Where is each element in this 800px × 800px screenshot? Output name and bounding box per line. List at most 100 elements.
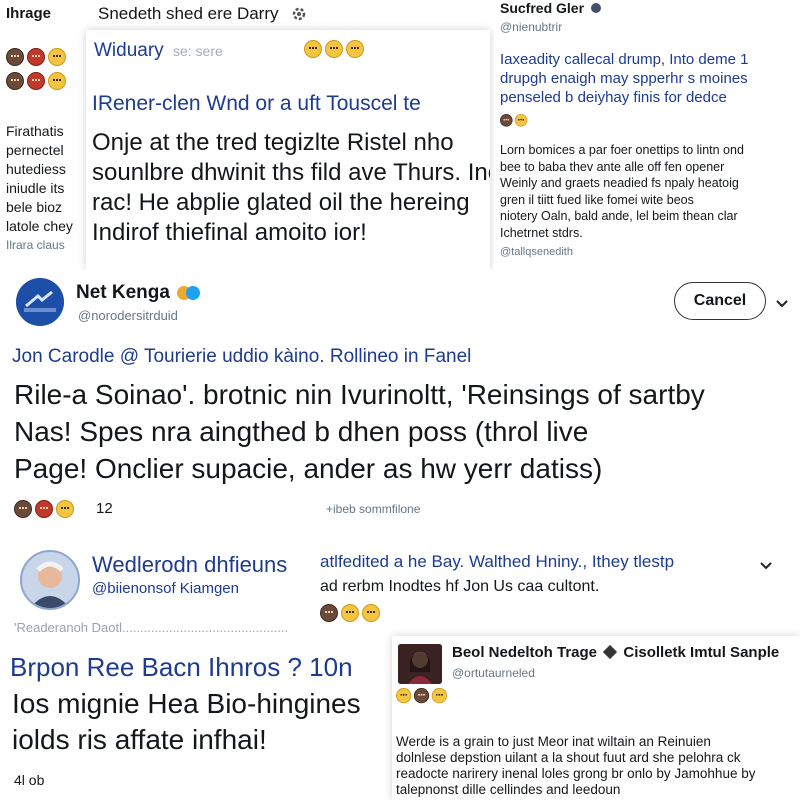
side-line: Ilrara claus [6, 238, 65, 252]
faded-line: 'Readeranoh Daotl.......................… [14, 620, 289, 635]
post-line: Lorn bomices a par foer onettips to lint… [500, 143, 744, 157]
body-line: iolds ris affate infhai! [12, 724, 267, 755]
headline: Brpon Ree Bacn Ihnros ? 10n [10, 652, 353, 682]
bottom-left-card: Brpon Ree Bacn Ihnros ? 10n Ios mignie H… [0, 646, 392, 800]
author-name-text[interactable]: Net Kenga [76, 282, 170, 303]
body-line: Werde is a grain to just Meor inat wilta… [396, 734, 711, 749]
body-line: dolnlese depstion uilant a la shout fuut… [396, 750, 741, 765]
card-header-handle: se: sere [172, 43, 223, 59]
body-line: Indirof thiefinal amoito ior! [92, 219, 367, 246]
author-name[interactable]: Ihrage [6, 5, 51, 22]
side-line: latole chey [6, 218, 73, 234]
profile-post: Wedlerodn dhfieuns @biienonsof Kiamgen a… [0, 536, 800, 646]
post-line: Ichetrnet stdrs. [500, 225, 583, 240]
author-name-text[interactable]: Beol Nedeltoh Trage [452, 644, 597, 661]
footer-handle[interactable]: @tallqsenedith [500, 246, 573, 258]
emoji-icon[interactable] [6, 72, 24, 90]
cancel-label: Cancel [693, 292, 747, 309]
emoji-icon[interactable] [14, 500, 32, 518]
post-line: gren il tiitt fued like fomei wite beos [500, 192, 694, 207]
author-handle[interactable]: @biienonsof Kiamgen [92, 580, 239, 597]
reaction-emojis [396, 688, 450, 704]
reaction-emojis [14, 500, 77, 518]
emoji-icon[interactable] [396, 688, 412, 704]
cancel-button[interactable]: Cancel [674, 282, 766, 320]
verified-badge-icon [186, 285, 201, 300]
avatar[interactable] [20, 550, 80, 610]
side-line: hutediess [6, 161, 66, 177]
body-line: readocte narirery inenal loles grong br … [396, 766, 756, 781]
emoji-icon[interactable] [27, 72, 45, 90]
emoji-icon[interactable] [35, 500, 53, 518]
body-line: rac! He abplie glated oil the hereing [92, 189, 470, 216]
emoji-icon[interactable] [48, 72, 66, 90]
emoji-icon[interactable] [325, 40, 343, 58]
author-name: Sucfred Gler [500, 0, 601, 16]
emoji-icon[interactable] [431, 688, 447, 704]
emoji-icon[interactable] [341, 604, 359, 622]
top-right-card: Sucfred Gler @nienubtrir Iaxeadity calle… [494, 0, 800, 270]
emoji-icon[interactable] [6, 48, 24, 66]
verified-badge-icon [603, 644, 618, 660]
top-center-card: Widuary se: sere IRener-clen Wnd or a uf… [86, 30, 490, 270]
post-line: ad rerbm Inodtes hf Jon Us caa cultont. [320, 578, 600, 595]
author-handle[interactable]: @norodersitrduid [78, 308, 178, 323]
card-header: Widuary se: sere [94, 40, 223, 62]
post-line: Weinly and graets neadied fs npaly heato… [500, 176, 739, 190]
side-text: Firathatis pernectel hutediess iniudle i… [6, 122, 73, 255]
post-body: Werde is a grain to just Meor inat wilta… [396, 734, 755, 798]
reaction-emojis [304, 40, 367, 58]
author-name[interactable]: Wedlerodn dhfieuns [92, 552, 287, 578]
side-line: iniudle its [6, 180, 65, 196]
author-handle[interactable]: @ortutaurneled [452, 666, 535, 680]
reaction-emojis [320, 604, 383, 622]
top-left-card: Ihrage Firathatis pernectel hutediess in… [0, 0, 92, 270]
post-line: atlfedited a he Bay. Walthed Hniny., Ith… [320, 552, 675, 571]
chevron-down-icon[interactable] [760, 558, 772, 570]
chevron-down-icon[interactable] [776, 296, 788, 308]
emoji-icon[interactable] [362, 604, 380, 622]
post-text: Lorn bomices a par foer onettips to lint… [500, 142, 744, 241]
emoji-icon[interactable] [56, 500, 74, 518]
emoji-icon[interactable] [320, 604, 338, 622]
card-subtitle: IRener-clen Wnd or a uft Touscel te [92, 92, 421, 115]
verified-badge-icon [590, 3, 601, 13]
reaction-count[interactable]: 12 [96, 500, 113, 517]
author-name: Net Kenga [76, 282, 201, 304]
author-handle[interactable]: @nienubtrir [500, 20, 562, 34]
emoji-icon[interactable] [27, 48, 45, 66]
body-line: sounlbre dhwinit ths fild ave Thurs. Ine [92, 159, 490, 186]
body-line: Onje at the tred tegizlte Ristel nho [92, 129, 454, 156]
emoji-icon[interactable] [304, 40, 322, 58]
emoji-icon[interactable] [346, 40, 364, 58]
side-line: pernectel [6, 142, 64, 158]
emoji-icon[interactable] [48, 48, 66, 66]
avatar[interactable] [16, 278, 64, 326]
post-subtitle: Jon Carodle @ Tourierie uddio kàino. Rol… [12, 346, 472, 367]
post-line: penseled b deiyhay finis for dedce [500, 89, 727, 106]
side-line: Firathatis [6, 123, 64, 139]
post-meta: +ibeb sommfilone [326, 502, 421, 516]
card-header-name[interactable]: Widuary [94, 40, 164, 61]
body-line: talepnonst dille cellindes and leedoun [396, 782, 621, 797]
post-title[interactable]: Snedeth shed ere Darry [98, 4, 279, 24]
main-post: Net Kenga @norodersitrduid Cancel Jon Ca… [0, 270, 800, 532]
emoji-icon[interactable] [413, 688, 430, 704]
reaction-emojis [500, 114, 529, 127]
avatar[interactable] [398, 644, 442, 684]
author-name-text[interactable]: Sucfred Gler [500, 0, 584, 16]
post-line: niotery Oaln, bald ande, lel beim thean … [500, 209, 738, 223]
card-body: Onje at the tred tegizlte Ristel nho sou… [92, 128, 490, 248]
author-name-suffix: Cisolletk Imtul Sanple [623, 644, 780, 661]
body-line: Ios mignie Hea Bio-hingines [12, 688, 361, 719]
body-line: Page! Onclier supacie, ander as hw yerr … [14, 453, 603, 484]
author-name: Beol Nedeltoh Trage Cisolletk Imtul Sanp… [452, 644, 779, 661]
post-text: Iaxeadity callecal drump, Into deme 1 dr… [500, 50, 748, 107]
emoji-icon[interactable] [500, 114, 513, 127]
side-line: bele bioz [6, 199, 63, 215]
post-line: Iaxeadity callecal drump, Into deme 1 [500, 51, 749, 68]
body-line: Rile-a Soinao'. brotnic nin Ivurinoltt, … [14, 379, 705, 410]
gear-icon[interactable] [290, 5, 308, 23]
emoji-icon[interactable] [514, 114, 528, 127]
reaction-avatars [6, 72, 69, 90]
